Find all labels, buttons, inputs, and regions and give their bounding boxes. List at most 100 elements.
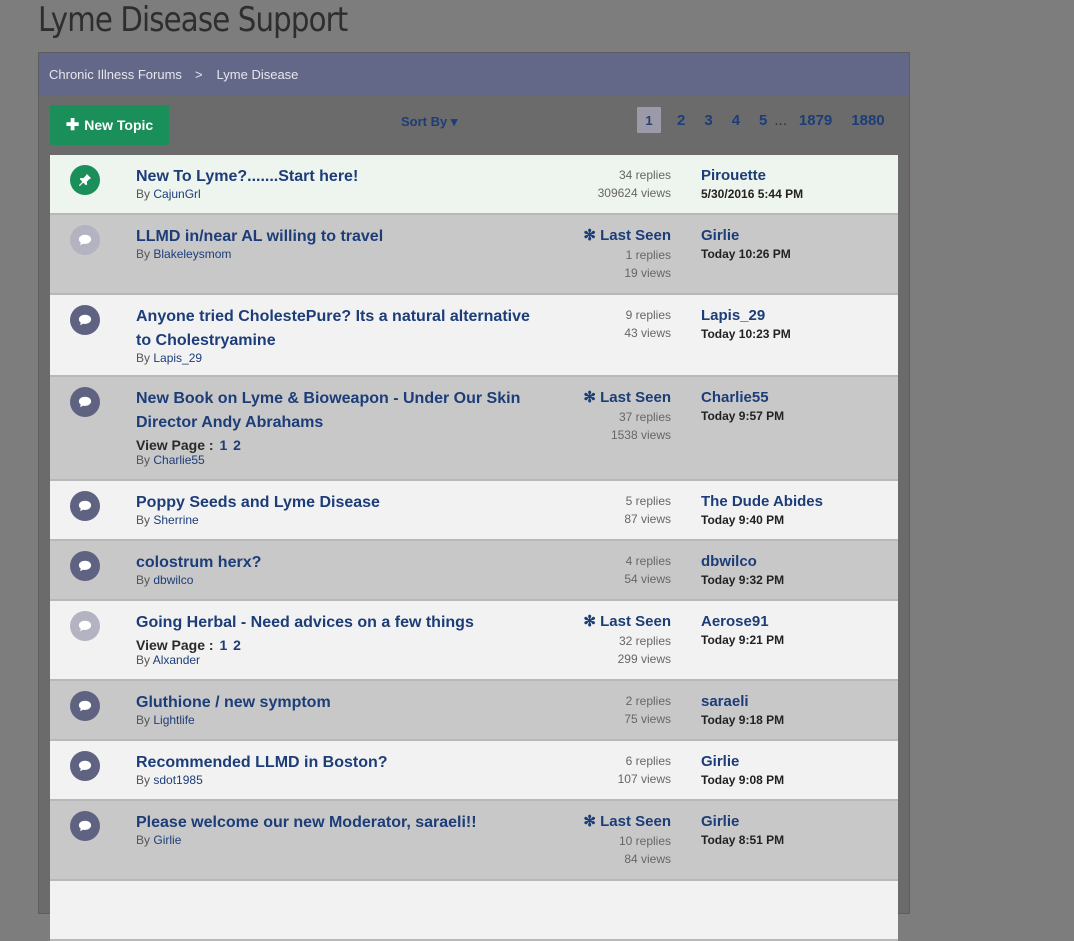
page-link[interactable]: 4 [732,107,740,133]
topic-author-line: By Charlie55 [136,453,205,467]
topic-author-line: By CajunGrl [136,187,201,201]
topic-title-link[interactable]: Going Herbal - Need advices on a few thi… [136,611,536,635]
topic-title-link[interactable]: New Book on Lyme & Bioweapon - Under Our… [136,387,536,435]
topic-author-link[interactable]: dbwilco [153,573,193,587]
last-post-time: Today 10:26 PM [701,247,791,261]
last-post-time: 5/30/2016 5:44 PM [701,187,804,201]
view-count: 54 views [624,572,671,586]
view-page-link[interactable]: 2 [233,637,241,653]
last-seen-link[interactable]: ✻ Last Seen [583,226,671,246]
reply-count: 5 replies [625,494,671,508]
last-post-time: Today 9:57 PM [701,409,785,423]
view-page-label: View Page : [136,437,214,453]
view-count: 309624 views [597,186,671,200]
topic-author-line: By Lapis_29 [136,351,202,365]
topic-author-link[interactable]: Sherrine [153,513,198,527]
topic-author-line: By Sherrine [136,513,199,527]
view-page-link[interactable]: 2 [233,437,241,453]
last-post-user-link[interactable]: Girlie [701,753,739,770]
topic-row[interactable]: colostrum herx? By dbwilco 4 replies 54 vie… [50,541,898,601]
last-post-user-link[interactable]: Charlie55 [701,389,769,406]
last-post-user-link[interactable]: Girlie [701,227,739,244]
by-label: By [136,247,151,261]
topic-stats: 34 replies 309624 views [598,166,671,202]
by-label: By [136,513,151,527]
topic-stats: ✻ Last Seen 32 replies 299 views [583,612,671,668]
topic-row[interactable]: Poppy Seeds and Lyme Disease By Sherrine 5… [50,481,898,541]
new-topic-button[interactable]: ✚ New Topic [50,105,169,145]
page-link[interactable]: 3 [704,107,712,133]
view-count: 84 views [624,852,671,866]
topic-author-link[interactable]: Lightlife [153,713,194,727]
topic-stats: 4 replies 54 views [624,552,671,588]
breadcrumb-separator: > [194,66,203,82]
last-post-user-link[interactable]: Girlie [701,813,739,830]
topic-title-link[interactable]: Recommended LLMD in Boston? [136,751,536,775]
topic-author-link[interactable]: Lapis_29 [153,351,202,365]
page-link[interactable]: 5 [759,107,767,133]
breadcrumb-root-link[interactable]: Chronic Illness Forums [49,67,182,82]
topic-title-link[interactable]: Please welcome our new Moderator, sarael… [136,811,536,835]
topic-author-line: By sdot1985 [136,773,203,787]
pin-icon [70,165,100,195]
breadcrumb: Chronic Illness Forums > Lyme Disease [39,53,909,95]
topic-title-link[interactable]: Gluthione / new symptom [136,691,536,715]
topic-author-line: By Lightlife [136,713,195,727]
view-count: 75 views [624,712,671,726]
topic-author-link[interactable]: Charlie55 [153,453,204,467]
last-post-user-link[interactable]: Pirouette [701,167,766,184]
topic-row[interactable]: Please welcome our new Moderator, sarael… [50,801,898,881]
last-post-time: Today 8:51 PM [701,833,785,847]
last-post-time: Today 9:18 PM [701,713,785,727]
last-post-user-link[interactable]: Aerose91 [701,613,769,630]
topic-row[interactable]: LLMD in/near AL willing to travel By Blak… [50,215,898,295]
topic-row[interactable] [50,881,898,941]
last-seen-link[interactable]: ✻ Last Seen [583,388,671,408]
topic-stats: 5 replies 87 views [624,492,671,528]
breadcrumb-current[interactable]: Lyme Disease [217,67,299,82]
topic-stats: 9 replies 43 views [624,306,671,342]
by-label: By [136,773,151,787]
last-post-user-link[interactable]: Lapis_29 [701,307,765,324]
chat-bubble-icon [70,551,100,581]
topic-row[interactable]: New To Lyme?.......Start here! By CajunGr… [50,155,898,215]
view-page-link[interactable]: 1 [219,437,227,453]
topic-row[interactable]: Anyone tried CholestePure? Its a natural… [50,295,898,377]
topic-title-link[interactable]: New To Lyme?.......Start here! [136,165,536,189]
by-label: By [136,453,151,467]
reply-count: 32 replies [618,634,671,648]
last-seen-link[interactable]: ✻ Last Seen [583,612,671,632]
page-link-current[interactable]: 1 [637,107,661,133]
last-seen-link[interactable]: ✻ Last Seen [583,812,671,832]
last-post-user-link[interactable]: saraeli [701,693,749,710]
sort-by-dropdown[interactable]: Sort By ▾ [401,114,457,130]
topic-title-link[interactable]: colostrum herx? [136,551,536,575]
topic-row[interactable]: Recommended LLMD in Boston? By sdot1985 6 … [50,741,898,801]
topic-author-link[interactable]: Blakeleysmom [153,247,231,261]
last-post-user-link[interactable]: dbwilco [701,553,757,570]
topic-row[interactable]: New Book on Lyme & Bioweapon - Under Our… [50,377,898,481]
topic-row[interactable]: Gluthione / new symptom By Lightlife 2 rep… [50,681,898,741]
topic-title-link[interactable]: LLMD in/near AL willing to travel [136,225,536,249]
view-page-link[interactable]: 1 [219,637,227,653]
new-topic-label: New Topic [84,117,154,133]
last-post-time: Today 9:08 PM [701,773,785,787]
topic-row[interactable]: Going Herbal - Need advices on a few thi… [50,601,898,681]
topic-title-link[interactable]: Poppy Seeds and Lyme Disease [136,491,536,515]
page-link[interactable]: 1879 [799,107,832,133]
topic-stats: 2 replies 75 views [624,692,671,728]
topic-title-link[interactable]: Anyone tried CholestePure? Its a natural… [136,305,536,353]
reply-count: 34 replies [618,168,671,182]
reply-count: 10 replies [618,834,671,848]
topic-author-link[interactable]: CajunGrl [153,187,200,201]
topic-author-link[interactable]: sdot1985 [153,773,202,787]
last-post-user-link[interactable]: The Dude Abides [701,493,823,510]
page-link[interactable]: 2 [677,107,685,133]
topic-author-line: By Alxander [136,653,200,667]
chat-bubble-icon [70,305,100,335]
topic-author-link[interactable]: Girlie [153,833,181,847]
last-post-time: Today 9:40 PM [701,513,785,527]
topic-author-link[interactable]: Alxander [153,653,200,667]
view-page-links: View Page : 1 2 [136,637,241,653]
page-link-last[interactable]: 1880 [851,107,884,133]
